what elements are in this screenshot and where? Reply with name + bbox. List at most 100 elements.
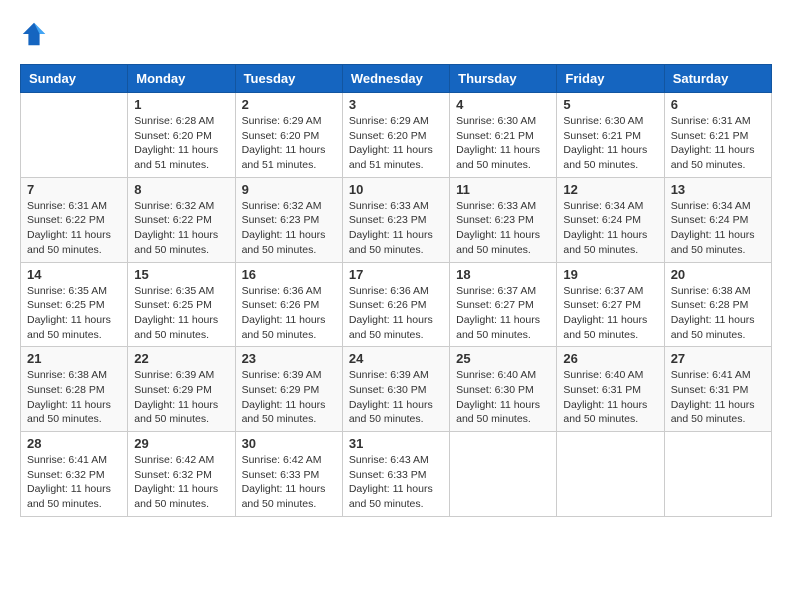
calendar-cell: 27 Sunrise: 6:41 AM Sunset: 6:31 PM Dayli… — [664, 347, 771, 432]
logo — [20, 20, 52, 48]
calendar-day-header: Monday — [128, 65, 235, 93]
day-info: Sunrise: 6:42 AM Sunset: 6:33 PM Dayligh… — [242, 453, 336, 512]
day-info: Sunrise: 6:38 AM Sunset: 6:28 PM Dayligh… — [27, 368, 121, 427]
calendar-cell: 19Sunrise: 6:37 AM Sunset: 6:27 PM Dayli… — [557, 262, 664, 347]
calendar-week-row: 7Sunrise: 6:31 AM Sunset: 6:22 PM Daylig… — [21, 177, 772, 262]
day-number: 22 — [134, 351, 228, 366]
calendar-cell: 30 Sunrise: 6:42 AM Sunset: 6:33 PM Dayli… — [235, 432, 342, 517]
calendar-cell: 21 Sunrise: 6:38 AM Sunset: 6:28 PM Dayli… — [21, 347, 128, 432]
calendar-week-row: 21 Sunrise: 6:38 AM Sunset: 6:28 PM Dayli… — [21, 347, 772, 432]
calendar-header-row: SundayMondayTuesdayWednesdayThursdayFrid… — [21, 65, 772, 93]
day-info: Sunrise: 6:37 AM Sunset: 6:27 PM Dayligh… — [456, 284, 550, 343]
day-info: Sunrise: 6:31 AM Sunset: 6:21 PM Dayligh… — [671, 114, 765, 173]
calendar-cell: 16 Sunrise: 6:36 AM Sunset: 6:26 PM Dayli… — [235, 262, 342, 347]
calendar-cell: 29 Sunrise: 6:42 AM Sunset: 6:32 PM Dayli… — [128, 432, 235, 517]
calendar-cell: 25 Sunrise: 6:40 AM Sunset: 6:30 PM Dayli… — [450, 347, 557, 432]
calendar-cell: 10 Sunrise: 6:33 AM Sunset: 6:23 PM Dayli… — [342, 177, 449, 262]
day-number: 2 — [242, 97, 336, 112]
day-info: Sunrise: 6:41 AM Sunset: 6:32 PM Dayligh… — [27, 453, 121, 512]
day-number: 13 — [671, 182, 765, 197]
page-header — [20, 20, 772, 48]
day-number: 14 — [27, 267, 121, 282]
day-number: 11 — [456, 182, 550, 197]
day-info: Sunrise: 6:40 AM Sunset: 6:30 PM Dayligh… — [456, 368, 550, 427]
calendar-cell: 2 Sunrise: 6:29 AM Sunset: 6:20 PM Daylig… — [235, 93, 342, 178]
calendar-cell: 5 Sunrise: 6:30 AM Sunset: 6:21 PM Daylig… — [557, 93, 664, 178]
day-number: 24 — [349, 351, 443, 366]
calendar-week-row: 28 Sunrise: 6:41 AM Sunset: 6:32 PM Dayli… — [21, 432, 772, 517]
day-info: Sunrise: 6:39 AM Sunset: 6:30 PM Dayligh… — [349, 368, 443, 427]
calendar-cell: 4 Sunrise: 6:30 AM Sunset: 6:21 PM Daylig… — [450, 93, 557, 178]
day-number: 28 — [27, 436, 121, 451]
day-info: Sunrise: 6:42 AM Sunset: 6:32 PM Dayligh… — [134, 453, 228, 512]
day-number: 1 — [134, 97, 228, 112]
day-number: 12 — [563, 182, 657, 197]
calendar-cell: 14 Sunrise: 6:35 AM Sunset: 6:25 PM Dayli… — [21, 262, 128, 347]
day-info: Sunrise: 6:35 AM Sunset: 6:25 PM Dayligh… — [27, 284, 121, 343]
calendar-day-header: Tuesday — [235, 65, 342, 93]
day-number: 27 — [671, 351, 765, 366]
day-info: Sunrise: 6:31 AM Sunset: 6:22 PM Dayligh… — [27, 199, 121, 258]
calendar-cell: 8Sunrise: 6:32 AM Sunset: 6:22 PM Daylig… — [128, 177, 235, 262]
calendar-week-row: 14 Sunrise: 6:35 AM Sunset: 6:25 PM Dayli… — [21, 262, 772, 347]
calendar-day-header: Friday — [557, 65, 664, 93]
calendar-day-header: Thursday — [450, 65, 557, 93]
day-number: 17 — [349, 267, 443, 282]
day-info: Sunrise: 6:29 AM Sunset: 6:20 PM Dayligh… — [349, 114, 443, 173]
calendar-cell: 24 Sunrise: 6:39 AM Sunset: 6:30 PM Dayli… — [342, 347, 449, 432]
calendar-cell: 26Sunrise: 6:40 AM Sunset: 6:31 PM Dayli… — [557, 347, 664, 432]
calendar-cell: 23Sunrise: 6:39 AM Sunset: 6:29 PM Dayli… — [235, 347, 342, 432]
calendar-cell: 13 Sunrise: 6:34 AM Sunset: 6:24 PM Dayli… — [664, 177, 771, 262]
calendar-cell: 11 Sunrise: 6:33 AM Sunset: 6:23 PM Dayli… — [450, 177, 557, 262]
calendar-cell: 12 Sunrise: 6:34 AM Sunset: 6:24 PM Dayli… — [557, 177, 664, 262]
calendar-cell: 28 Sunrise: 6:41 AM Sunset: 6:32 PM Dayli… — [21, 432, 128, 517]
calendar-cell: 15 Sunrise: 6:35 AM Sunset: 6:25 PM Dayli… — [128, 262, 235, 347]
day-info: Sunrise: 6:34 AM Sunset: 6:24 PM Dayligh… — [563, 199, 657, 258]
calendar-table: SundayMondayTuesdayWednesdayThursdayFrid… — [20, 64, 772, 517]
day-info: Sunrise: 6:29 AM Sunset: 6:20 PM Dayligh… — [242, 114, 336, 173]
day-number: 23 — [242, 351, 336, 366]
day-info: Sunrise: 6:30 AM Sunset: 6:21 PM Dayligh… — [456, 114, 550, 173]
calendar-cell — [557, 432, 664, 517]
day-info: Sunrise: 6:40 AM Sunset: 6:31 PM Dayligh… — [563, 368, 657, 427]
calendar-cell: 22Sunrise: 6:39 AM Sunset: 6:29 PM Dayli… — [128, 347, 235, 432]
calendar-cell: 9Sunrise: 6:32 AM Sunset: 6:23 PM Daylig… — [235, 177, 342, 262]
day-number: 9 — [242, 182, 336, 197]
day-number: 10 — [349, 182, 443, 197]
day-info: Sunrise: 6:37 AM Sunset: 6:27 PM Dayligh… — [563, 284, 657, 343]
calendar-day-header: Wednesday — [342, 65, 449, 93]
day-info: Sunrise: 6:35 AM Sunset: 6:25 PM Dayligh… — [134, 284, 228, 343]
day-info: Sunrise: 6:41 AM Sunset: 6:31 PM Dayligh… — [671, 368, 765, 427]
day-info: Sunrise: 6:43 AM Sunset: 6:33 PM Dayligh… — [349, 453, 443, 512]
calendar-cell: 31Sunrise: 6:43 AM Sunset: 6:33 PM Dayli… — [342, 432, 449, 517]
day-info: Sunrise: 6:34 AM Sunset: 6:24 PM Dayligh… — [671, 199, 765, 258]
calendar-week-row: 1 Sunrise: 6:28 AM Sunset: 6:20 PM Daylig… — [21, 93, 772, 178]
logo-icon — [20, 20, 48, 48]
day-number: 21 — [27, 351, 121, 366]
day-number: 16 — [242, 267, 336, 282]
calendar-cell: 18Sunrise: 6:37 AM Sunset: 6:27 PM Dayli… — [450, 262, 557, 347]
calendar-cell: 20 Sunrise: 6:38 AM Sunset: 6:28 PM Dayli… — [664, 262, 771, 347]
day-number: 15 — [134, 267, 228, 282]
day-number: 30 — [242, 436, 336, 451]
day-number: 29 — [134, 436, 228, 451]
day-number: 6 — [671, 97, 765, 112]
calendar-cell: 6 Sunrise: 6:31 AM Sunset: 6:21 PM Daylig… — [664, 93, 771, 178]
calendar-day-header: Saturday — [664, 65, 771, 93]
day-info: Sunrise: 6:30 AM Sunset: 6:21 PM Dayligh… — [563, 114, 657, 173]
calendar-cell: 3 Sunrise: 6:29 AM Sunset: 6:20 PM Daylig… — [342, 93, 449, 178]
calendar-cell: 7Sunrise: 6:31 AM Sunset: 6:22 PM Daylig… — [21, 177, 128, 262]
day-info: Sunrise: 6:36 AM Sunset: 6:26 PM Dayligh… — [242, 284, 336, 343]
day-info: Sunrise: 6:33 AM Sunset: 6:23 PM Dayligh… — [456, 199, 550, 258]
day-number: 5 — [563, 97, 657, 112]
day-info: Sunrise: 6:38 AM Sunset: 6:28 PM Dayligh… — [671, 284, 765, 343]
day-info: Sunrise: 6:33 AM Sunset: 6:23 PM Dayligh… — [349, 199, 443, 258]
day-number: 3 — [349, 97, 443, 112]
day-number: 20 — [671, 267, 765, 282]
day-number: 4 — [456, 97, 550, 112]
day-info: Sunrise: 6:28 AM Sunset: 6:20 PM Dayligh… — [134, 114, 228, 173]
calendar-day-header: Sunday — [21, 65, 128, 93]
calendar-cell: 1 Sunrise: 6:28 AM Sunset: 6:20 PM Daylig… — [128, 93, 235, 178]
day-number: 8 — [134, 182, 228, 197]
day-number: 25 — [456, 351, 550, 366]
